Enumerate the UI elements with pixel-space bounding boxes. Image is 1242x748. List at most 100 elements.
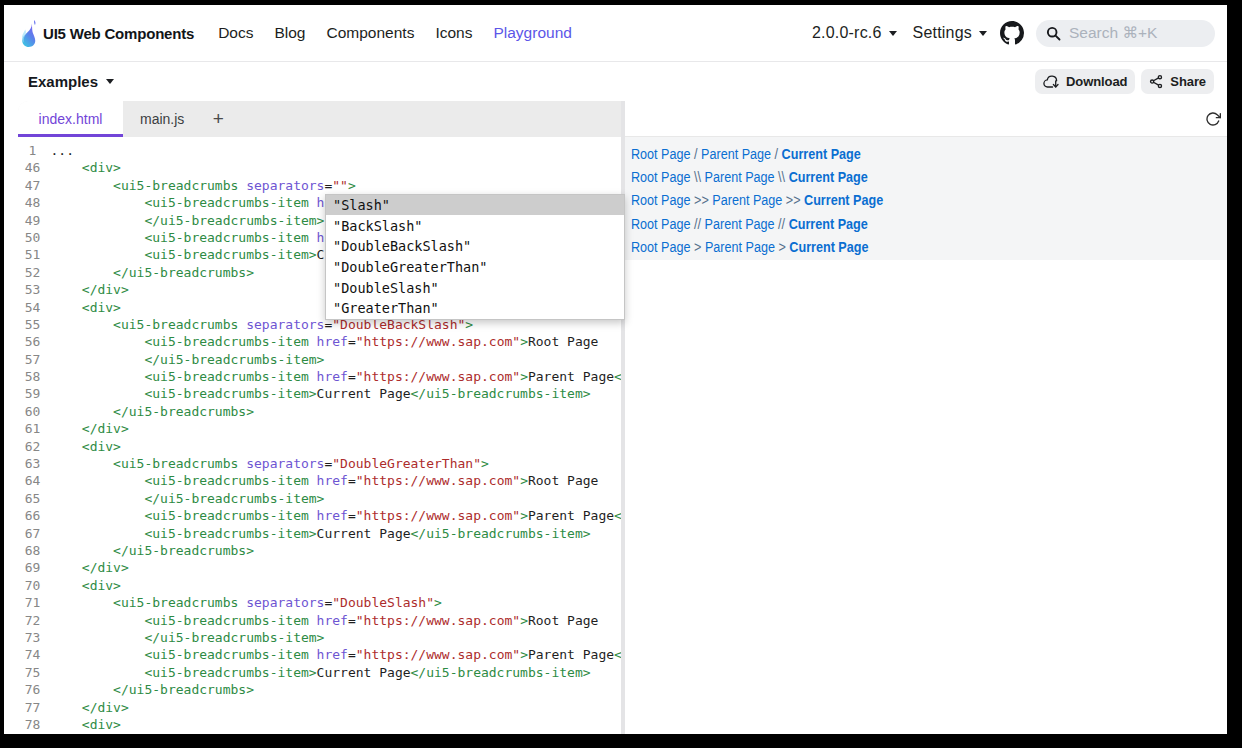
code-line[interactable]: 72 <ui5-breadcrumbs-item href="https://w… bbox=[18, 612, 621, 629]
code-line[interactable]: 47 <ui5-breadcrumbs separators=""> bbox=[18, 177, 621, 194]
line-content: <div> bbox=[47, 299, 121, 316]
tab-label: index.html bbox=[39, 111, 103, 127]
line-content: </ui5-breadcrumbs-item> bbox=[47, 490, 324, 507]
line-content: </ui5-breadcrumbs> bbox=[47, 542, 254, 559]
breadcrumb-separator: >> bbox=[691, 192, 713, 208]
breadcrumb-link[interactable]: Root Page bbox=[631, 146, 691, 162]
line-number: 74 bbox=[18, 646, 47, 663]
breadcrumb-row: Root Page > Parent Page > Current Page bbox=[631, 236, 1167, 259]
line-content: <ui5-breadcrumbs-item>Current Page</ui5-… bbox=[47, 664, 591, 681]
autocomplete-item[interactable]: "BackSlash" bbox=[326, 215, 624, 236]
code-line[interactable]: 46 <div> bbox=[18, 159, 621, 176]
breadcrumb-row: Root Page >> Parent Page >> Current Page bbox=[631, 189, 1167, 212]
line-number: 67 bbox=[18, 525, 47, 542]
tab-main-js[interactable]: main.js bbox=[123, 101, 201, 137]
playground-card: index.html main.js + 1...46 <div>47 <ui5… bbox=[18, 101, 1227, 734]
brand[interactable]: UI5 Web Components bbox=[19, 19, 194, 48]
code-line[interactable]: 78 <div> bbox=[18, 716, 621, 733]
autocomplete-item[interactable]: "GreaterThan" bbox=[326, 298, 624, 319]
autocomplete-item[interactable]: "DoubleBackSlash" bbox=[326, 236, 624, 257]
breadcrumb-link[interactable]: Root Page bbox=[631, 216, 691, 232]
code-line[interactable]: 64 <ui5-breadcrumbs-item href="https://w… bbox=[18, 472, 621, 489]
autocomplete-item[interactable]: "DoubleGreaterThan" bbox=[326, 257, 624, 278]
code-line[interactable]: 66 <ui5-breadcrumbs-item href="https://w… bbox=[18, 507, 621, 524]
share-button[interactable]: Share bbox=[1141, 69, 1214, 94]
breadcrumb-separator: / bbox=[771, 146, 782, 162]
code-line[interactable]: 62 <div> bbox=[18, 438, 621, 455]
line-number: 53 bbox=[18, 281, 47, 298]
line-content: <div> bbox=[47, 577, 121, 594]
breadcrumb-current: Current Page bbox=[789, 216, 868, 232]
code-line[interactable]: 71 <ui5-breadcrumbs separators="DoubleSl… bbox=[18, 594, 621, 611]
settings-dropdown[interactable]: Settings bbox=[913, 24, 987, 42]
autocomplete-item[interactable]: "DoubleSlash" bbox=[326, 277, 624, 298]
new-tab-button[interactable]: + bbox=[208, 101, 228, 137]
code-line[interactable]: 1... bbox=[18, 142, 621, 159]
code-line[interactable]: 58 <ui5-breadcrumbs-item href="https://w… bbox=[18, 368, 621, 385]
code-line[interactable]: 69 </div> bbox=[18, 559, 621, 576]
code-line[interactable]: 77 </div> bbox=[18, 699, 621, 716]
github-link[interactable] bbox=[1000, 21, 1024, 45]
line-number: 65 bbox=[18, 490, 47, 507]
tab-index-html[interactable]: index.html bbox=[18, 101, 123, 137]
code-line[interactable]: 61 </div> bbox=[18, 420, 621, 437]
nav-item-blog[interactable]: Blog bbox=[274, 24, 305, 42]
github-icon bbox=[1000, 21, 1024, 45]
code-line[interactable]: 67 <ui5-breadcrumbs-item>Current Page</u… bbox=[18, 525, 621, 542]
line-number: 69 bbox=[18, 559, 47, 576]
code-line[interactable]: 75 <ui5-breadcrumbs-item>Current Page</u… bbox=[18, 664, 621, 681]
breadcrumb-separator: >> bbox=[782, 192, 804, 208]
code-line[interactable]: 68 </ui5-breadcrumbs> bbox=[18, 542, 621, 559]
line-number: 47 bbox=[18, 177, 47, 194]
line-number: 48 bbox=[18, 194, 47, 211]
code-line[interactable]: 56 <ui5-breadcrumbs-item href="https://w… bbox=[18, 333, 621, 350]
line-content: </ui5-breadcrumbs> bbox=[47, 264, 254, 281]
chevron-down-icon bbox=[979, 31, 987, 36]
search-icon bbox=[1046, 26, 1061, 41]
breadcrumbs-result-block: Root Page / Parent Page / Current PageRo… bbox=[625, 137, 1227, 260]
preview-toolbar bbox=[625, 101, 1227, 137]
code-line[interactable]: 63 <ui5-breadcrumbs separators="DoubleGr… bbox=[18, 455, 621, 472]
nav-item-components[interactable]: Components bbox=[327, 24, 415, 42]
version-label: 2.0.0-rc.6 bbox=[812, 24, 882, 42]
breadcrumb-link[interactable]: Root Page bbox=[631, 192, 691, 208]
examples-dropdown[interactable]: Examples bbox=[28, 73, 114, 90]
download-button[interactable]: Download bbox=[1035, 69, 1135, 94]
line-number: 49 bbox=[18, 212, 47, 229]
version-dropdown[interactable]: 2.0.0-rc.6 bbox=[812, 24, 897, 42]
code-line[interactable]: 65 </ui5-breadcrumbs-item> bbox=[18, 490, 621, 507]
breadcrumb-link[interactable]: Parent Page bbox=[701, 146, 771, 162]
nav-item-icons[interactable]: Icons bbox=[435, 24, 472, 42]
refresh-button[interactable] bbox=[1205, 111, 1221, 127]
chevron-down-icon bbox=[106, 79, 114, 84]
line-content: </ui5-breadcrumbs-item> bbox=[47, 212, 324, 229]
code-line[interactable]: 60 </ui5-breadcrumbs> bbox=[18, 403, 621, 420]
code-line[interactable]: 74 <ui5-breadcrumbs-item href="https://w… bbox=[18, 646, 621, 663]
code-line[interactable]: 73 </ui5-breadcrumbs-item> bbox=[18, 629, 621, 646]
code-line[interactable]: 76 </ui5-breadcrumbs> bbox=[18, 681, 621, 698]
nav-item-docs[interactable]: Docs bbox=[218, 24, 253, 42]
breadcrumb-separator: \\ bbox=[775, 169, 789, 185]
code-line[interactable]: 59 <ui5-breadcrumbs-item>Current Page</u… bbox=[18, 385, 621, 402]
line-number: 64 bbox=[18, 472, 47, 489]
breadcrumb-link[interactable]: Root Page bbox=[631, 239, 691, 255]
settings-label: Settings bbox=[913, 24, 972, 42]
breadcrumb-link[interactable]: Parent Page bbox=[705, 216, 775, 232]
line-number: 76 bbox=[18, 681, 47, 698]
search-input[interactable]: Search ⌘+K bbox=[1036, 20, 1215, 47]
breadcrumb-link[interactable]: Root Page bbox=[631, 169, 691, 185]
app-window: UI5 Web Components Docs Blog Components Ico… bbox=[4, 5, 1227, 734]
breadcrumb-link[interactable]: Parent Page bbox=[705, 169, 775, 185]
breadcrumb-link[interactable]: Parent Page bbox=[705, 239, 775, 255]
line-number: 72 bbox=[18, 612, 47, 629]
breadcrumb-row: Root Page // Parent Page // Current Page bbox=[631, 212, 1167, 235]
code-line[interactable]: 70 <div> bbox=[18, 577, 621, 594]
share-label: Share bbox=[1170, 74, 1206, 89]
autocomplete-item[interactable]: "Slash" bbox=[326, 195, 624, 216]
line-number: 57 bbox=[18, 351, 47, 368]
download-label: Download bbox=[1066, 74, 1127, 89]
nav-item-playground[interactable]: Playground bbox=[493, 24, 571, 42]
code-line[interactable]: 57 </ui5-breadcrumbs-item> bbox=[18, 351, 621, 368]
breadcrumb-link[interactable]: Parent Page bbox=[712, 192, 782, 208]
line-content: <ui5-breadcrumbs-item>Current Page</ui5-… bbox=[47, 525, 591, 542]
